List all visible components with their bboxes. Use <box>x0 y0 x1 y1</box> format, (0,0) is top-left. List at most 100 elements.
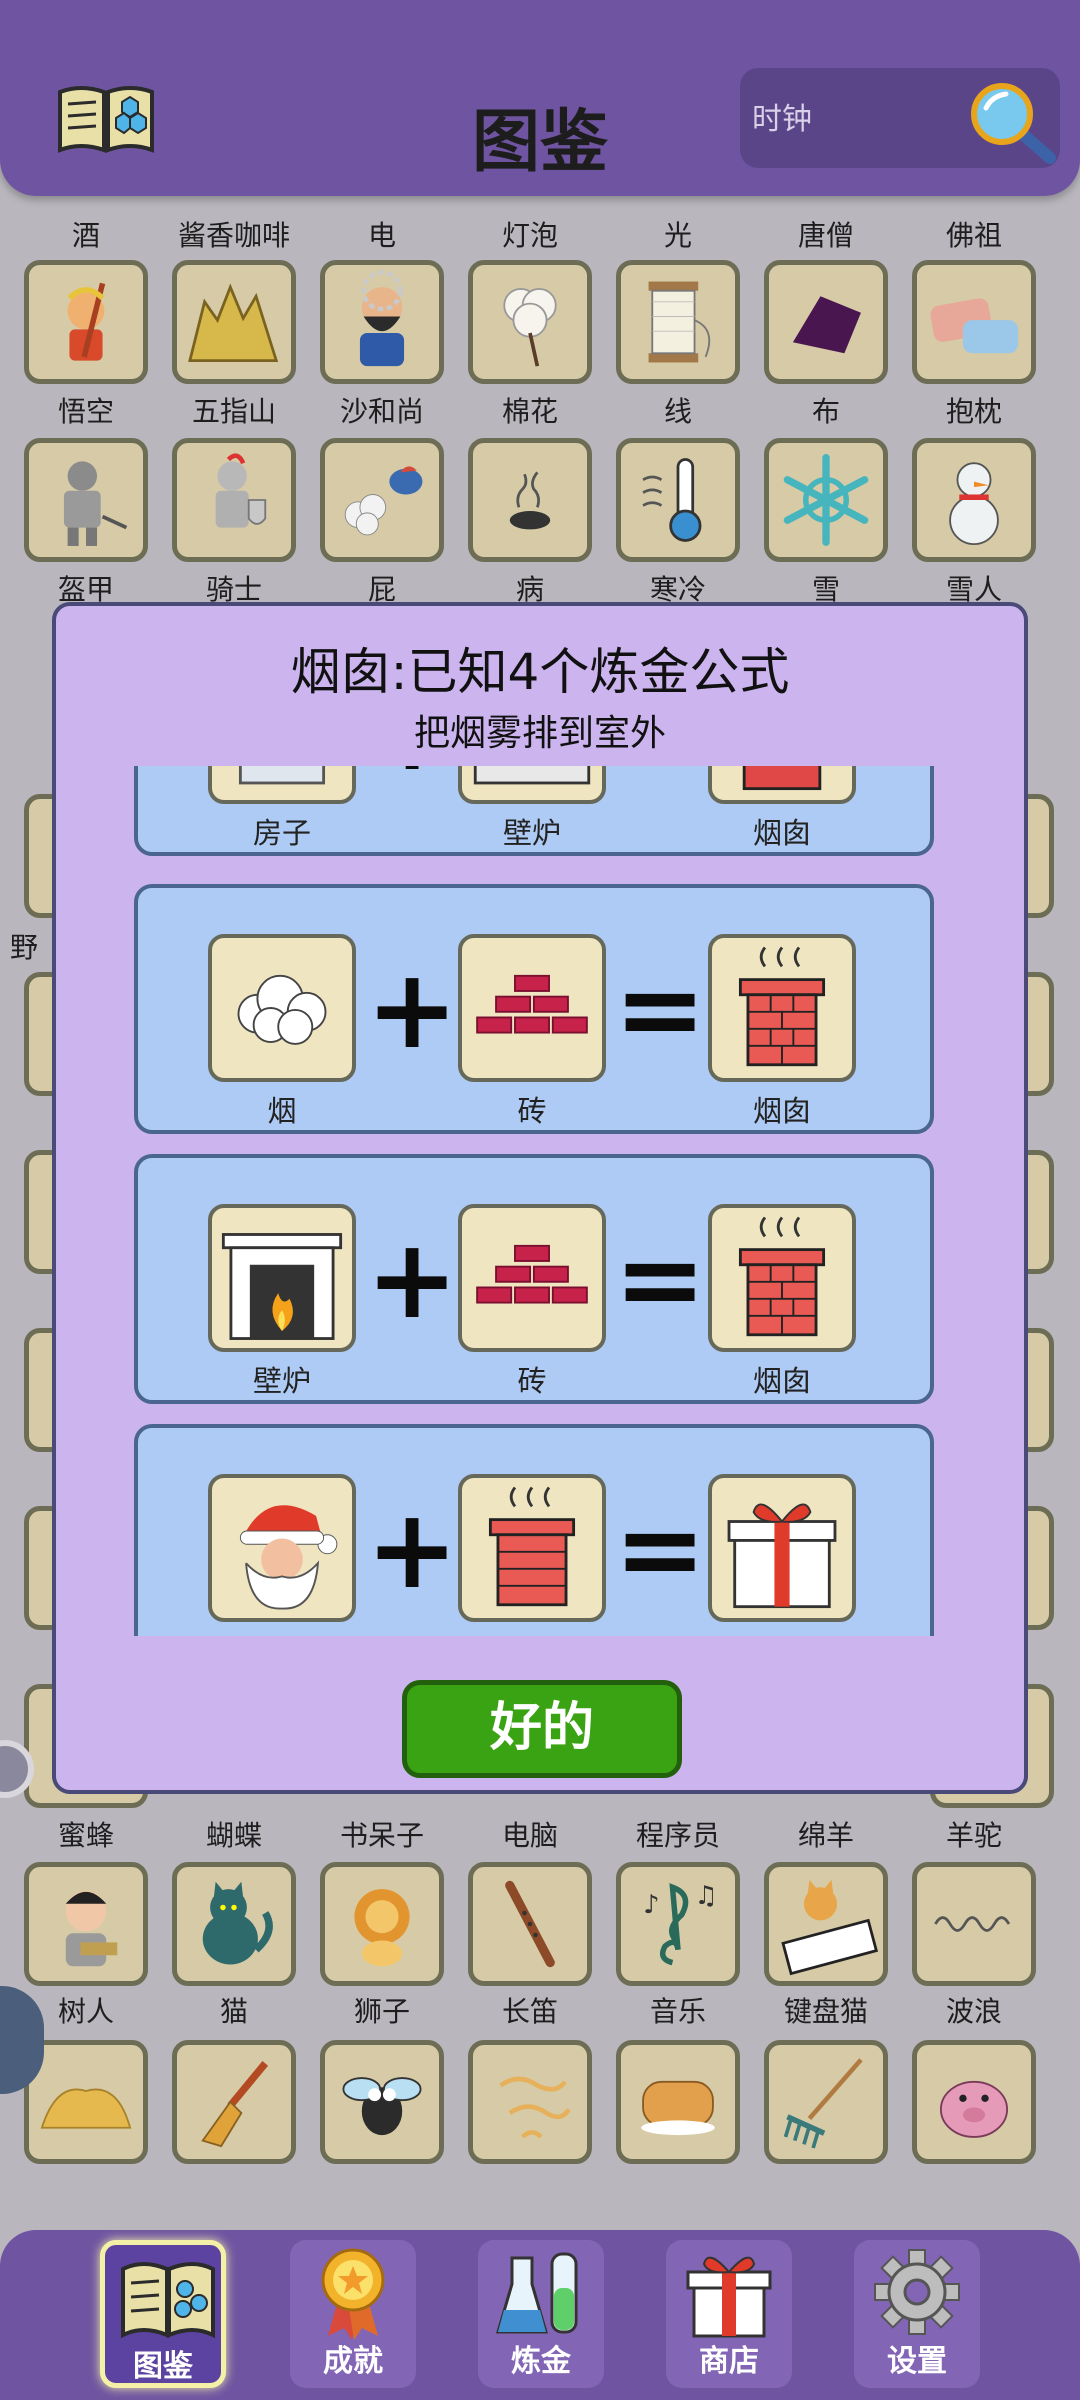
grid-label: 电 <box>367 219 396 252</box>
grid-label: 佛祖 <box>945 219 1002 252</box>
armor-icon[interactable] <box>24 438 148 562</box>
modal-title: 烟囱:已知4个炼金公式 <box>290 643 790 701</box>
plus-sign: + <box>366 945 459 1073</box>
nav-item-settings[interactable]: 设置 <box>854 2240 980 2388</box>
grid-label: 长笛 <box>501 1995 558 2028</box>
flute-icon[interactable] <box>468 1862 592 1986</box>
smoke-cloud-icon[interactable] <box>208 934 356 1082</box>
snow-icon[interactable] <box>764 438 888 562</box>
nav-label: 设置 <box>887 2344 947 2379</box>
search-icon[interactable] <box>962 78 1058 164</box>
recipe-card: + = 房子 壁炉 烟囱 <box>134 766 934 856</box>
nav-item-achievements[interactable]: 成就 <box>290 2240 416 2388</box>
grid-label: 羊驼 <box>945 1819 1002 1852</box>
ingredient-label: 房子 <box>252 816 311 850</box>
chimney-icon[interactable] <box>458 1474 606 1622</box>
thread-icon[interactable] <box>616 260 740 384</box>
ingredient-label: 烟囱 <box>432 1628 632 1636</box>
pillow-icon[interactable] <box>912 260 1036 384</box>
plus-sign: + <box>366 1215 459 1343</box>
ingredient-label: 砖 <box>517 1364 547 1398</box>
santa-icon[interactable] <box>208 1474 356 1622</box>
cloth-icon[interactable] <box>764 260 888 384</box>
svg-text:♫: ♫ <box>695 1881 718 1911</box>
grid-label: 线 <box>663 395 692 428</box>
recipe-list[interactable]: + = 房子 壁炉 烟囱 + = 烟 砖 <box>134 766 938 1636</box>
sponge-icon[interactable] <box>616 2040 740 2164</box>
disease-icon[interactable] <box>468 438 592 562</box>
brick-icon[interactable] <box>458 934 606 1082</box>
recipe-modal: 烟囱:已知4个炼金公式 把烟雾排到室外 + = 房子 壁炉 烟囱 + <box>52 602 1028 1794</box>
chimney-icon[interactable] <box>708 1204 856 1352</box>
bottom-nav: 图鉴 成就 炼金 商店 设置 <box>0 2230 1080 2400</box>
chimney-icon[interactable] <box>708 766 856 804</box>
gift-icon[interactable] <box>708 1474 856 1622</box>
knight-icon[interactable] <box>172 438 296 562</box>
fly-icon[interactable] <box>320 2040 444 2164</box>
grid-label: 狮子 <box>353 1995 410 2028</box>
grid-label: 猫 <box>219 1995 248 2028</box>
treeman-icon[interactable] <box>24 1862 148 1986</box>
grid-label: 悟空 <box>57 395 114 428</box>
fart-icon[interactable] <box>320 438 444 562</box>
mountain-icon[interactable] <box>172 260 296 384</box>
grid-label: 波浪 <box>945 1995 1002 2028</box>
nav-label: 商店 <box>699 2344 759 2379</box>
ok-button[interactable]: 好的 <box>402 1680 682 1778</box>
nav-item-alchemy[interactable]: 炼金 <box>478 2240 604 2388</box>
broom-icon[interactable] <box>172 2040 296 2164</box>
grid-label: 灯泡 <box>501 219 558 252</box>
equals-sign: = <box>614 945 707 1073</box>
cat-icon[interactable] <box>172 1862 296 1986</box>
music-icon[interactable]: ♪ ♫ <box>616 1862 740 1986</box>
search-input[interactable] <box>752 94 972 144</box>
snowman-icon[interactable] <box>912 438 1036 562</box>
smoke-icon[interactable] <box>468 2040 592 2164</box>
pig-icon[interactable] <box>912 2040 1036 2164</box>
grid-label: 音乐 <box>649 1995 706 2028</box>
lion-icon[interactable] <box>320 1862 444 1986</box>
grid-label: 蝴蝶 <box>205 1819 262 1852</box>
chimney-icon[interactable] <box>708 934 856 1082</box>
ingredient-label: 砖 <box>517 1094 547 1128</box>
monk-sha-icon[interactable] <box>320 260 444 384</box>
svg-text:♪: ♪ <box>643 1890 659 1920</box>
grid-label: 电脑 <box>501 1819 558 1852</box>
medal-icon <box>321 2248 385 2340</box>
nav-item-shop[interactable]: 商店 <box>666 2240 792 2388</box>
equals-sign: = <box>614 1215 707 1343</box>
grid-label: 键盘猫 <box>783 1995 868 2028</box>
ingredient-label: 圣诞老人 <box>182 1628 382 1636</box>
result-label: 烟囱 <box>752 1364 811 1398</box>
wave-icon[interactable] <box>912 1862 1036 1986</box>
recipe-card: + = 圣诞老人 烟囱 礼物 <box>134 1424 934 1636</box>
keyboard-cat-icon[interactable] <box>764 1862 888 1986</box>
top-header: 图鉴 <box>0 0 1080 196</box>
grid-label: 蜜蜂 <box>57 1819 114 1852</box>
fireplace-icon[interactable] <box>208 1204 356 1352</box>
grid-label: 酱香咖啡 <box>177 219 290 252</box>
recipe-card: + = 壁炉 砖 烟囱 <box>134 1154 934 1404</box>
brick-icon[interactable] <box>458 1204 606 1352</box>
fireplace-icon[interactable] <box>458 766 606 804</box>
modal-subtitle: 把烟雾排到室外 <box>413 713 666 754</box>
grid-label: 唐僧 <box>797 219 854 252</box>
result-label: 烟囱 <box>752 1094 811 1128</box>
grid-label: 沙和尚 <box>339 395 424 428</box>
house-icon[interactable] <box>208 766 356 804</box>
nav-item-catalog[interactable]: 图鉴 <box>100 2240 226 2388</box>
search-box[interactable] <box>740 68 1060 168</box>
grid-label: 酒 <box>71 219 100 252</box>
plus-sign: + <box>366 1485 459 1613</box>
grid-label: 棉花 <box>501 395 558 428</box>
gear-icon <box>874 2249 960 2335</box>
cold-icon[interactable] <box>616 438 740 562</box>
cotton-icon[interactable] <box>468 260 592 384</box>
flask-icon <box>496 2252 578 2334</box>
nav-label: 图鉴 <box>133 2349 193 2384</box>
grid-label: 程序员 <box>635 1819 720 1852</box>
plus-sign: + <box>366 766 458 786</box>
wukong-icon[interactable] <box>24 260 148 384</box>
equals-sign: = <box>614 766 706 786</box>
rake-icon[interactable] <box>764 2040 888 2164</box>
